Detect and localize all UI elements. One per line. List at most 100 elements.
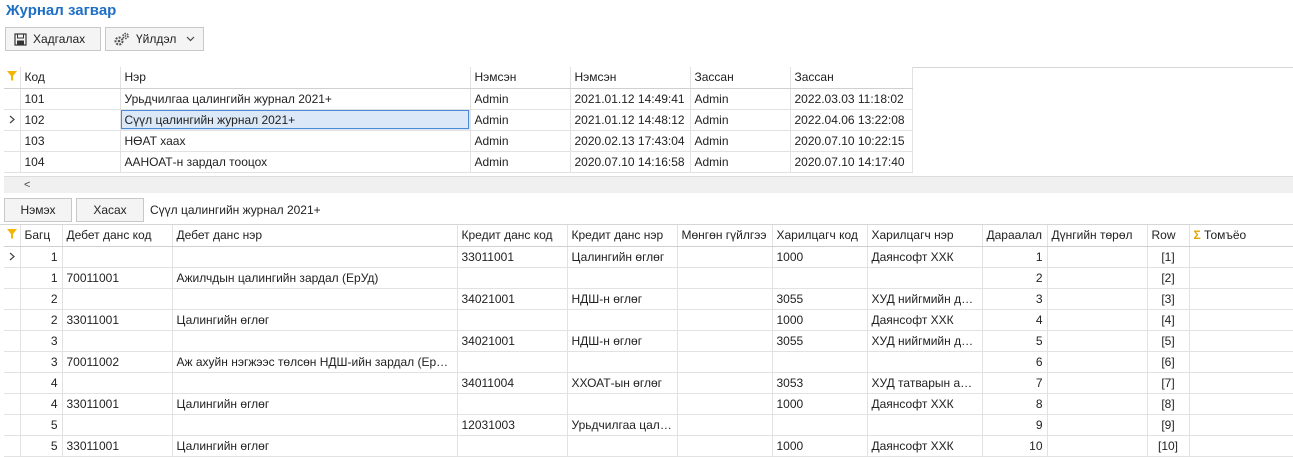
cell-debit-name[interactable] — [172, 288, 458, 310]
cell-debit-code[interactable]: 33011001 — [62, 393, 173, 415]
cell-debit-code[interactable]: 70011001 — [62, 267, 173, 289]
column-header-debit-code[interactable]: Дебет данс код — [62, 225, 173, 247]
remove-row-button[interactable]: Хасах — [76, 198, 144, 222]
cell-partner-name[interactable] — [867, 414, 983, 436]
cell-debit-name[interactable] — [172, 330, 458, 352]
add-row-button[interactable]: Нэмэх — [4, 198, 72, 222]
cell-credit-code[interactable] — [457, 393, 568, 415]
cell-order[interactable]: 5 — [982, 330, 1048, 352]
cell-credit-name[interactable] — [567, 351, 678, 373]
cell-row[interactable]: [6] — [1147, 351, 1190, 373]
cell-amount-type[interactable] — [1047, 267, 1148, 289]
cell-credit-code[interactable]: 33011001 — [457, 246, 568, 268]
cell-order[interactable]: 6 — [982, 351, 1048, 373]
cell-partner-name[interactable]: ХУД нийгмийн да... — [867, 330, 983, 352]
cell-batch[interactable]: 4 — [20, 372, 63, 394]
cell-partner-name[interactable] — [867, 351, 983, 373]
cell-debit-code[interactable] — [62, 330, 173, 352]
cell-credit-code[interactable] — [457, 351, 568, 373]
cell-credit-code[interactable]: 34021001 — [457, 288, 568, 310]
cell-formula[interactable] — [1189, 351, 1293, 373]
cell-amount-type[interactable] — [1047, 372, 1148, 394]
cell-amount-type[interactable] — [1047, 351, 1148, 373]
cell-formula[interactable] — [1189, 372, 1293, 394]
actions-dropdown-button[interactable]: Үйлдэл — [105, 27, 204, 51]
cell-name[interactable]: НӨАТ хаах — [120, 130, 471, 152]
cell-batch[interactable]: 3 — [20, 330, 63, 352]
cell-amount-type[interactable] — [1047, 393, 1148, 415]
cell-partner-name[interactable]: ХУД татварын алба — [867, 372, 983, 394]
cell-partner-code[interactable]: 3055 — [772, 288, 868, 310]
cell-credit-code[interactable] — [457, 435, 568, 457]
cell-row[interactable]: [8] — [1147, 393, 1190, 415]
cell-partner-name[interactable]: ХУД нийгмийн да... — [867, 288, 983, 310]
cell-partner-code[interactable] — [772, 351, 868, 373]
cell-row[interactable]: [4] — [1147, 309, 1190, 331]
save-button[interactable]: Хадгалах — [5, 27, 101, 51]
cell-credit-code[interactable] — [457, 267, 568, 289]
cell-order[interactable]: 1 — [982, 246, 1048, 268]
column-header-formula[interactable]: Σ Томъёо — [1189, 225, 1293, 247]
column-header-credit-code[interactable]: Кредит данс код — [457, 225, 568, 247]
cell-cash-flow[interactable] — [677, 330, 773, 352]
table-row[interactable]: 103 НӨАТ хаах Admin 2020.02.13 17:43:04 … — [4, 130, 913, 152]
cell-cash-flow[interactable] — [677, 351, 773, 373]
column-header-partner-name[interactable]: Харилцагч нэр — [867, 225, 983, 247]
cell-created-by[interactable]: Admin — [470, 130, 571, 152]
column-header-row[interactable]: Row — [1147, 225, 1190, 247]
column-header-code[interactable]: Код — [20, 67, 121, 89]
cell-row[interactable]: [5] — [1147, 330, 1190, 352]
cell-partner-code[interactable]: 3055 — [772, 330, 868, 352]
cell-cash-flow[interactable] — [677, 372, 773, 394]
cell-debit-name[interactable]: Аж ахуйн нэгжээс төлсөн НДШ-ийн зардал (… — [172, 351, 458, 373]
cell-modified-at[interactable]: 2020.07.10 10:22:15 — [790, 130, 913, 152]
cell-modified-by[interactable]: Admin — [690, 130, 791, 152]
cell-debit-code[interactable] — [62, 372, 173, 394]
cell-partner-code[interactable]: 3053 — [772, 372, 868, 394]
cell-amount-type[interactable] — [1047, 435, 1148, 457]
table-row[interactable]: 4 34011004 ХХОАТ-ын өглөг 3053 ХУД татварын … — [4, 372, 1293, 394]
column-header-name[interactable]: Нэр — [120, 67, 471, 89]
cell-credit-name[interactable]: ХХОАТ-ын өглөг — [567, 372, 678, 394]
column-header-cash-flow[interactable]: Мөнгөн гүйлгээ — [677, 225, 773, 247]
column-header-created-at[interactable]: Нэмсэн — [570, 67, 691, 89]
cell-credit-name[interactable]: НДШ-н өглөг — [567, 330, 678, 352]
cell-partner-name[interactable]: Даянсофт ХХК — [867, 435, 983, 457]
cell-cash-flow[interactable] — [677, 393, 773, 415]
cell-modified-at[interactable]: 2022.03.03 11:18:02 — [790, 88, 913, 110]
cell-partner-code[interactable] — [772, 267, 868, 289]
cell-credit-code[interactable]: 12031003 — [457, 414, 568, 436]
table-row-selected[interactable]: 102 Сүүл цалингийн журнал 2021+ Admin 20… — [4, 109, 913, 131]
cell-partner-name[interactable]: Даянсофт ХХК — [867, 246, 983, 268]
column-header-created-by[interactable]: Нэмсэн — [470, 67, 571, 89]
cell-debit-name[interactable]: Цалингийн өглөг — [172, 435, 458, 457]
cell-modified-by[interactable]: Admin — [690, 151, 791, 173]
cell-credit-code[interactable]: 34011004 — [457, 372, 568, 394]
cell-name[interactable]: Урьдчилгаа цалингийн журнал 2021+ — [120, 88, 471, 110]
cell-amount-type[interactable] — [1047, 309, 1148, 331]
cell-order[interactable]: 8 — [982, 393, 1048, 415]
cell-debit-name[interactable] — [172, 414, 458, 436]
cell-row[interactable]: [1] — [1147, 246, 1190, 268]
cell-modified-at[interactable]: 2022.04.06 13:22:08 — [790, 109, 913, 131]
column-header-amount-type[interactable]: Дүнгийн төрөл — [1047, 225, 1148, 247]
cell-partner-name[interactable]: Даянсофт ХХК — [867, 309, 983, 331]
filter-icon[interactable] — [4, 67, 21, 89]
cell-credit-name[interactable] — [567, 435, 678, 457]
cell-code[interactable]: 104 — [20, 151, 121, 173]
cell-code[interactable]: 101 — [20, 88, 121, 110]
cell-debit-code[interactable]: 33011001 — [62, 435, 173, 457]
cell-formula[interactable] — [1189, 330, 1293, 352]
cell-name-focused[interactable]: Сүүл цалингийн журнал 2021+ — [120, 109, 471, 131]
column-header-modified-at[interactable]: Зассан — [790, 67, 913, 89]
table-row[interactable]: 3 70011002 Аж ахуйн нэгжээс төлсөн НДШ-ийн… — [4, 351, 1293, 373]
table-row[interactable]: 4 33011001 Цалингийн өглөг 1000 Даянсофт ХХК… — [4, 393, 1293, 415]
cell-name[interactable]: ААНОАТ-н зардал тооцох — [120, 151, 471, 173]
cell-created-by[interactable]: Admin — [470, 151, 571, 173]
cell-modified-by[interactable]: Admin — [690, 88, 791, 110]
cell-created-by[interactable]: Admin — [470, 109, 571, 131]
cell-debit-name[interactable] — [172, 246, 458, 268]
cell-row[interactable]: [10] — [1147, 435, 1190, 457]
cell-code[interactable]: 103 — [20, 130, 121, 152]
cell-formula[interactable] — [1189, 393, 1293, 415]
